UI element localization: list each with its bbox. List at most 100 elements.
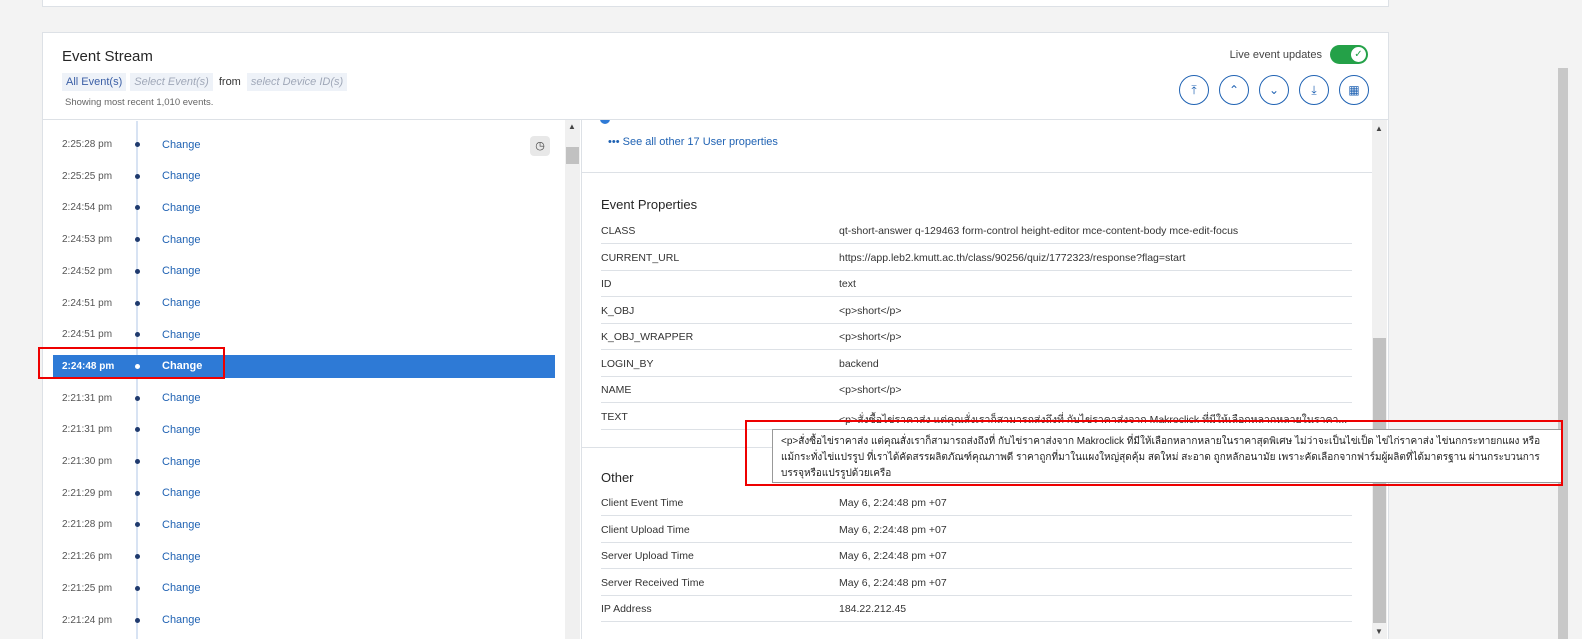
event-name[interactable]: Change	[162, 139, 201, 151]
property-value: May 6, 2:24:48 pm +07	[839, 523, 947, 536]
event-time: 2:21:25 pm	[62, 582, 113, 594]
event-name[interactable]: Change	[162, 202, 201, 214]
event-time: 2:21:24 pm	[62, 614, 113, 626]
property-value: backend	[839, 357, 879, 370]
chevron-down-icon: ⌄	[1268, 83, 1280, 97]
page-scrollbar[interactable]	[1558, 68, 1568, 639]
timeline-dot	[135, 585, 140, 591]
panel-header: Event Stream All Event(s) Select Event(s…	[43, 33, 1388, 120]
event-name[interactable]: Change	[162, 424, 201, 436]
live-updates: Live event updates ✓	[1230, 45, 1368, 64]
double-chevron-up-icon: ⤒	[1191, 82, 1197, 97]
event-row[interactable]: 2:21:29 pm Change	[53, 482, 555, 505]
scroll-thumb[interactable]	[566, 147, 579, 164]
timeline-dot	[135, 237, 140, 243]
property-key: IP Address	[601, 603, 652, 615]
property-value: text	[839, 278, 856, 290]
property-row: NAME <p>short</p>	[601, 377, 1352, 403]
live-updates-toggle[interactable]: ✓	[1330, 45, 1368, 64]
event-time: 2:21:28 pm	[62, 519, 113, 531]
top-card	[42, 0, 1389, 7]
jump-first-button[interactable]: ⤒	[1179, 75, 1209, 105]
event-time: 2:24:51 pm	[62, 297, 113, 309]
event-row[interactable]: 2:21:26 pm Change	[53, 545, 555, 568]
scroll-down-icon[interactable]: ▼	[1375, 627, 1383, 636]
property-key: CLASS	[601, 225, 636, 237]
divider	[582, 172, 1372, 173]
event-name[interactable]: Change	[162, 582, 201, 594]
highlight-tooltip	[745, 420, 1563, 486]
property-row: K_OBJ <p>short</p>	[601, 298, 1352, 324]
timeline-dot	[135, 554, 140, 560]
select-events-input[interactable]: Select Event(s)	[130, 73, 213, 91]
event-row[interactable]: 2:24:53 pm Change	[53, 228, 555, 251]
scroll-up-icon[interactable]: ▲	[568, 122, 576, 131]
event-name[interactable]: Change	[162, 329, 201, 341]
timeline-dot	[135, 427, 140, 433]
property-key: Client Event Time	[601, 497, 684, 509]
property-row: K_OBJ_WRAPPER <p>short</p>	[601, 324, 1352, 350]
event-row[interactable]: 2:21:30 pm Change	[53, 450, 555, 473]
event-row[interactable]: 2:21:31 pm Change	[53, 387, 555, 410]
event-row[interactable]: 2:21:28 pm Change	[53, 513, 555, 536]
event-name[interactable]: Change	[162, 551, 201, 563]
event-time: 2:21:26 pm	[62, 551, 113, 563]
filter-all-events[interactable]: All Event(s)	[62, 73, 127, 91]
property-row: Client Upload Time May 6, 2:24:48 pm +07	[601, 517, 1352, 543]
event-row[interactable]: 2:25:25 pm Change	[53, 165, 555, 188]
event-row[interactable]: 2:24:54 pm Change	[53, 196, 555, 219]
event-properties-title: Event Properties	[601, 197, 698, 212]
event-name[interactable]: Change	[162, 265, 201, 277]
property-value: <p>short</p>	[839, 304, 902, 317]
property-key: LOGIN_BY	[601, 357, 654, 370]
event-time: 2:24:52 pm	[62, 265, 113, 277]
event-list: ◷ 2:25:28 pm Change 2:25:25 pm Change 2:24:5…	[43, 121, 581, 639]
event-time: 2:24:51 pm	[62, 329, 113, 341]
timeline-dot	[135, 522, 140, 528]
property-value: <p>short</p>	[839, 384, 902, 396]
detail-scrollbar[interactable]: ▲ ▼	[1372, 120, 1387, 639]
event-row[interactable]: 2:24:51 pm Change	[53, 292, 555, 315]
event-list-scrollbar[interactable]: ▲	[565, 120, 580, 639]
double-chevron-down-icon: ⤓	[1311, 82, 1317, 97]
event-time: 2:24:54 pm	[62, 202, 113, 214]
event-name[interactable]: Change	[162, 456, 201, 468]
property-row: Server Upload Time May 6, 2:24:48 pm +07	[601, 543, 1352, 569]
event-name[interactable]: Change	[162, 614, 201, 626]
property-key: K_OBJ_WRAPPER	[601, 331, 694, 343]
event-row[interactable]: 2:24:51 pm Change	[53, 323, 555, 346]
timeline-dot	[135, 300, 140, 306]
see-all-user-properties-link[interactable]: ••• See all other 17 User properties	[608, 136, 778, 148]
timeline-dot	[135, 490, 140, 496]
scroll-up-icon[interactable]: ▲	[1375, 124, 1383, 133]
event-name[interactable]: Change	[162, 170, 201, 182]
event-name[interactable]: Change	[162, 519, 201, 531]
timeline-dot	[135, 459, 140, 464]
other-title: Other	[601, 470, 634, 485]
event-row[interactable]: 2:21:25 pm Change	[53, 577, 555, 600]
event-row[interactable]: 2:25:28 pm Change	[53, 133, 555, 156]
event-name[interactable]: Change	[162, 234, 201, 246]
timeline-dot	[135, 395, 140, 401]
chevron-up-icon: ⌃	[1228, 83, 1240, 97]
event-time: 2:21:30 pm	[62, 456, 113, 467]
property-value: qt-short-answer q-129463 form-control he…	[839, 225, 1239, 237]
select-device-input[interactable]: select Device ID(s)	[246, 73, 348, 91]
next-button[interactable]: ⌄	[1259, 75, 1289, 105]
property-key: K_OBJ	[601, 304, 635, 317]
event-name[interactable]: Change	[162, 487, 201, 499]
property-row: Server Received Time May 6, 2:24:48 pm +0…	[601, 570, 1352, 596]
event-row[interactable]: 2:24:52 pm Change	[53, 260, 555, 283]
event-row[interactable]: 2:21:24 pm Change	[53, 609, 555, 632]
showing-count: Showing most recent 1,010 events.	[65, 97, 214, 108]
previous-button[interactable]: ⌃	[1219, 75, 1249, 105]
property-row: Client Event Time May 6, 2:24:48 pm +07	[601, 490, 1352, 516]
event-name[interactable]: Change	[162, 392, 201, 404]
calendar-button[interactable]: ▦	[1339, 75, 1369, 105]
event-name[interactable]: Change	[162, 297, 201, 309]
event-time: 2:24:53 pm	[62, 234, 113, 246]
event-time: 2:25:25 pm	[62, 170, 113, 182]
jump-last-button[interactable]: ⤓	[1299, 75, 1329, 105]
property-row: ID text	[601, 271, 1352, 297]
event-row[interactable]: 2:21:31 pm Change	[53, 418, 555, 441]
